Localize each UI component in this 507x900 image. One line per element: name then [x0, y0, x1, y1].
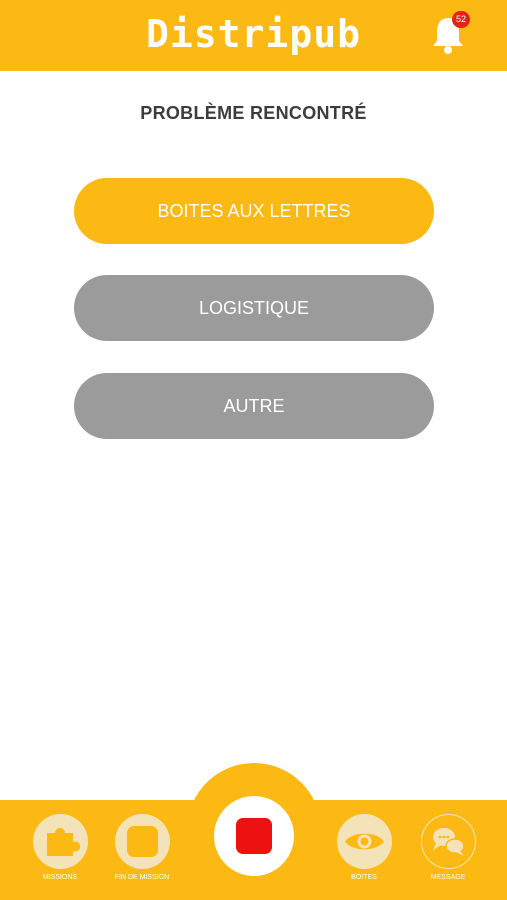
nav-fin-de-mission[interactable]: FIN DE MISSION: [102, 814, 182, 881]
nav-fin-de-mission-label: FIN DE MISSION: [114, 874, 170, 881]
rounded-square-icon: [114, 814, 170, 869]
option-autre-button[interactable]: AUTRE: [74, 373, 434, 439]
nav-message[interactable]: MESSAGE: [408, 814, 488, 881]
page-title: PROBLÈME RENCONTRÉ: [140, 103, 367, 123]
nav-missions[interactable]: MISSIONS: [20, 814, 100, 881]
notification-badge: 52: [452, 11, 470, 28]
nav-boites[interactable]: BOITES: [324, 814, 404, 881]
puzzle-icon: [32, 814, 88, 869]
app-header: Distripub 52: [0, 0, 507, 71]
record-button[interactable]: [214, 796, 294, 876]
nav-missions-label: MISSIONS: [42, 874, 78, 881]
option-boites-aux-lettres-button[interactable]: BOITES AUX LETTRES: [74, 178, 434, 244]
nav-message-label: MESSAGE: [430, 874, 466, 881]
option-logistique-button[interactable]: LOGISTIQUE: [74, 275, 434, 341]
stop-record-icon: [236, 818, 272, 854]
chat-bubbles-icon: [420, 814, 476, 869]
eye-icon: [336, 814, 392, 869]
nav-boites-label: BOITES: [351, 874, 377, 881]
